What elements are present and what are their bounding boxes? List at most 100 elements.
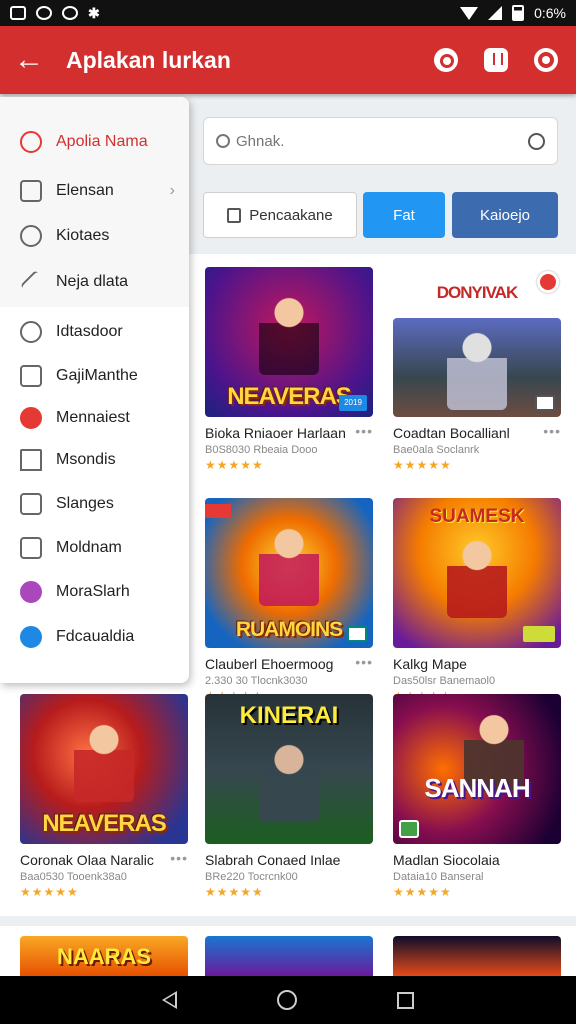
game-thumbnail[interactable]: KINERAI <box>205 694 373 844</box>
game-subtitle: B0S8030 Rbeaia Dooo <box>205 444 318 456</box>
drawer-item-label: Mennaiest <box>56 409 130 426</box>
search-input[interactable] <box>236 132 528 150</box>
nav-recents-icon[interactable] <box>397 991 414 1009</box>
search-icon[interactable] <box>434 48 458 72</box>
home-icon <box>20 449 42 471</box>
game-art-title: SUAMESK <box>429 506 525 527</box>
drawer-item-label: MoraSlarh <box>56 583 130 600</box>
drawer-item-label: Apolia Nama <box>56 133 148 150</box>
game-subtitle: Dataia10 Banseral <box>393 871 484 883</box>
game-subtitle: BRe220 Tocrcnk00 <box>205 871 298 883</box>
drawer-item-label: Neja dlata <box>56 273 129 290</box>
game-thumbnail[interactable]: SUAMESK <box>393 498 561 648</box>
shopping-bag-icon <box>227 207 242 223</box>
search-submit-icon[interactable] <box>528 132 545 150</box>
edition-badge <box>399 820 419 838</box>
pause-icon[interactable] <box>484 48 508 72</box>
hero-art <box>447 538 507 618</box>
drawer-item-mennaiest[interactable]: Mennaiest <box>0 398 189 438</box>
game-subtitle: Bae0ala Soclanrk <box>393 444 480 456</box>
game-thumbnail[interactable]: NEAVERAS 2019 <box>205 267 373 417</box>
settings-icon[interactable] <box>534 48 558 72</box>
game-art-title: DONYIVAK <box>436 283 518 302</box>
game-title: Madlan Siocolaia <box>393 852 500 868</box>
rating-stars: ★★★★★ <box>205 458 264 472</box>
game-title: Bioka Rniaoer Harlaan <box>205 425 346 441</box>
game-thumbnail[interactable]: SANNAH <box>393 694 561 844</box>
game-card[interactable]: NEAVERAS Coronak Olaa Naralic ••• Baa0530… <box>20 694 188 899</box>
drawer-item-moldnam[interactable]: Moldnam <box>0 528 189 568</box>
drawer-item-moraslarh[interactable]: MoraSlarh <box>0 572 189 612</box>
drawer-item-slanges[interactable]: Slanges <box>0 484 189 524</box>
game-title: Slabrah Conaed Inlae <box>205 852 341 868</box>
game-thumbnail[interactable]: NEAVERAS <box>20 694 188 844</box>
drawer-item-label: Slanges <box>56 495 114 512</box>
game-card[interactable]: SANNAH Madlan Siocolaia Dataia10 Bansera… <box>393 694 561 899</box>
rating-stars: ★★★★★ <box>393 458 452 472</box>
hot-badge-icon <box>537 271 559 293</box>
hero-art <box>74 722 134 802</box>
filter-chip-1[interactable]: Pencaakane <box>203 192 357 238</box>
page-title: Aplakan lurkan <box>66 46 231 73</box>
wifi-icon <box>460 6 479 20</box>
ribbon-icon <box>205 504 231 518</box>
game-thumbnail[interactable]: RUAMOINS <box>205 498 373 648</box>
back-arrow-icon[interactable]: ← <box>14 45 48 75</box>
next-row: NAARAS <box>0 926 576 976</box>
chat-icon <box>20 225 42 247</box>
blue-dot-icon <box>20 626 42 648</box>
drawer-item-neja-dlata[interactable]: Neja dlata <box>0 262 189 302</box>
filter-chip-3[interactable]: Kaioejo <box>452 192 558 238</box>
drawer-item-msondis[interactable]: Msondis <box>0 440 189 480</box>
game-thumbnail[interactable]: NAARAS <box>20 936 188 976</box>
more-options-icon[interactable]: ••• <box>355 425 373 439</box>
drawer-item-fdcaualdia[interactable]: Fdcaualdia <box>0 617 189 657</box>
drawer-item-label: Msondis <box>56 451 116 468</box>
drawer-item-elensan[interactable]: Elensan › <box>0 171 189 211</box>
navigation-drawer: Apolia Nama Elensan › Kiotaes Neja dlata… <box>0 97 189 683</box>
person-icon <box>20 537 42 559</box>
nav-home-icon[interactable] <box>277 990 297 1010</box>
game-card[interactable]: KINERAI Slabrah Conaed Inlae BRe220 Tocr… <box>205 694 373 899</box>
close-circle-icon <box>20 407 42 429</box>
game-subtitle: Baa0530 Tooenk38a0 <box>20 871 127 883</box>
game-subtitle: Das50lsr Banemaol0 <box>393 675 496 687</box>
status-bar: ✱ 0:6% <box>0 0 576 26</box>
drawer-item-apolia-nama[interactable]: Apolia Nama <box>0 122 189 162</box>
system-nav-bar <box>0 976 576 1024</box>
document-icon <box>20 493 42 515</box>
message-icon <box>36 6 52 20</box>
more-options-icon[interactable]: ••• <box>355 656 373 670</box>
more-options-icon[interactable]: ••• <box>170 852 188 866</box>
drawer-item-label: GajiManthe <box>56 367 138 384</box>
game-card[interactable]: RUAMOINS Clauberl Ehoermoog ••• 2.330 30 … <box>205 498 373 703</box>
drawer-item-gajimanthe[interactable]: GajiManthe <box>0 356 189 396</box>
search-box[interactable] <box>203 117 558 165</box>
rating-stars: ★★★★★ <box>20 885 79 899</box>
game-card[interactable]: NEAVERAS 2019 Bioka Rniaoer Harlaan ••• B… <box>205 267 373 472</box>
game-thumbnail[interactable] <box>205 936 373 976</box>
filter-chip-label: Kaioejo <box>479 206 531 224</box>
sync-icon <box>62 6 78 20</box>
game-title: Kalkg Mape <box>393 656 467 672</box>
game-thumbnail[interactable] <box>393 936 561 976</box>
game-card[interactable]: DONYIVAK Coadtan Bocallianl ••• Bae0ala S… <box>393 267 561 472</box>
list-icon <box>20 180 42 202</box>
game-card[interactable]: SUAMESK Kalkg Mape Das50lsr Banemaol0 ★★… <box>393 498 561 703</box>
game-thumbnail[interactable]: DONYIVAK <box>393 267 561 417</box>
drawer-item-label: Idtasdoor <box>56 323 123 340</box>
search-hint-icon <box>216 134 230 148</box>
chevron-right-icon: › <box>169 182 175 199</box>
filter-chip-2[interactable]: Fat <box>363 192 445 238</box>
drawer-item-kiotaes[interactable]: Kiotaes <box>0 216 189 256</box>
hero-art <box>447 330 507 410</box>
more-options-icon[interactable]: ••• <box>543 425 561 439</box>
purple-dot-icon <box>20 581 42 603</box>
window-icon <box>20 365 42 387</box>
drawer-item-idtasdoor[interactable]: Idtasdoor <box>0 312 189 352</box>
game-title: Coadtan Bocallianl <box>393 425 510 441</box>
hero-art <box>259 742 319 822</box>
battery-icon <box>512 5 525 21</box>
nav-back-icon[interactable] <box>162 991 177 1009</box>
signal-icon <box>488 6 503 20</box>
